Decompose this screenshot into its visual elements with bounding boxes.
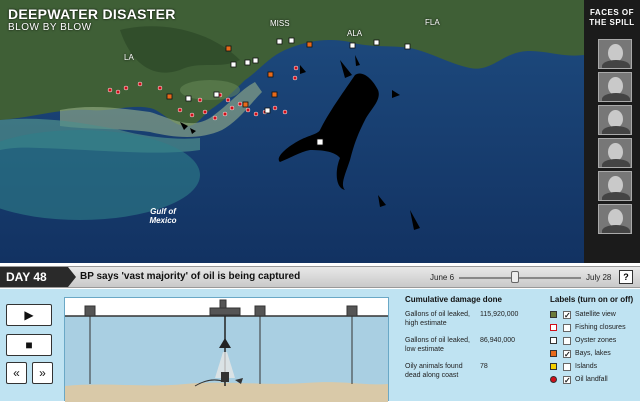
face-thumbnail[interactable] — [598, 39, 632, 69]
legend-item-bays[interactable]: ✓ Bays, lakes — [550, 347, 638, 360]
face-thumbnail[interactable] — [598, 72, 632, 102]
damage-stats: Cumulative damage done Gallons of oil le… — [405, 295, 535, 388]
stat-label: Gallons of oil leaked, low estimate — [405, 337, 470, 353]
fishing-swatch-icon — [550, 324, 557, 331]
satellite-swatch-icon — [550, 311, 557, 318]
legend-label: Oil landfall — [575, 376, 608, 383]
layer-legend: Labels (turn on or off) ✓ Satellite view… — [550, 295, 638, 386]
gulf-label: Gulf of Mexico — [149, 207, 177, 225]
face-thumbnail[interactable] — [598, 105, 632, 135]
control-panel: ▶ ■ « » Cumulative damage done Gallons o… — [0, 289, 640, 402]
stat-label: Oily animals found dead along coast — [405, 363, 463, 379]
help-button[interactable]: ? — [619, 270, 633, 284]
legend-heading: Labels (turn on or off) — [550, 295, 634, 304]
stat-value: 78 — [480, 363, 488, 370]
legend-item-satellite[interactable]: ✓ Satellite view — [550, 308, 638, 321]
timeline-slider-track[interactable] — [459, 277, 581, 279]
legend-label: Fishing closures — [575, 324, 626, 331]
state-label-fla: FLA — [425, 18, 440, 27]
checkbox[interactable] — [563, 336, 571, 345]
timeline-bar: DAY 48 BP says 'vast majority' of oil is… — [0, 266, 640, 288]
title-sub: BLOW BY BLOW — [8, 22, 92, 33]
checkbox[interactable]: ✓ — [563, 310, 571, 319]
legend-label: Oyster zones — [575, 337, 617, 344]
face-thumbnail[interactable] — [598, 171, 632, 201]
stat-value: 115,920,000 — [480, 311, 519, 318]
map-graphic — [0, 0, 640, 263]
face-thumbnail[interactable] — [598, 204, 632, 234]
stat-value: 86,940,000 — [480, 337, 516, 344]
legend-label: Islands — [575, 363, 598, 370]
slider-end-label: July 28 — [586, 273, 612, 282]
checkbox[interactable] — [563, 323, 571, 332]
next-button[interactable]: » — [32, 362, 53, 384]
checkbox[interactable] — [563, 362, 571, 371]
legend-item-landfall[interactable]: ✓ Oil landfall — [550, 373, 638, 386]
play-button[interactable]: ▶ — [6, 304, 52, 326]
legend-item-oyster[interactable]: Oyster zones — [550, 334, 638, 347]
stat-label: Gallons of oil leaked, high estimate — [405, 311, 470, 327]
stat-row: Gallons of oil leaked, high estimate 115… — [405, 310, 535, 328]
previous-button[interactable]: « — [6, 362, 27, 384]
bays-swatch-icon — [550, 350, 557, 357]
day-counter: DAY 48 — [0, 267, 76, 287]
state-label-la: LA — [124, 53, 134, 62]
satellite-map[interactable]: DEEPWATER DISASTER BLOW BY BLOW LA MISS … — [0, 0, 640, 263]
landfall-dot-icon — [550, 376, 557, 383]
timeline-slider-thumb[interactable] — [511, 271, 519, 283]
well-diagram-graphic — [65, 298, 388, 402]
stats-heading: Cumulative damage done — [405, 295, 502, 304]
state-label-ala: ALA — [347, 29, 363, 38]
legend-label: Satellite view — [575, 311, 616, 318]
title-main: DEEPWATER DISASTER — [8, 6, 176, 22]
islands-swatch-icon — [550, 363, 557, 370]
stat-row: Gallons of oil leaked, low estimate 86,9… — [405, 336, 535, 354]
stat-row: Oily animals found dead along coast 78 — [405, 362, 535, 380]
oyster-swatch-icon — [550, 337, 557, 344]
faces-title: FACES OF THE SPILL — [589, 8, 635, 27]
checkbox[interactable]: ✓ — [563, 349, 571, 358]
slider-start-label: June 6 — [430, 273, 455, 282]
well-diagram — [64, 297, 389, 402]
face-thumbnail[interactable] — [598, 138, 632, 168]
legend-item-fishing[interactable]: Fishing closures — [550, 321, 638, 334]
faces-panel: FACES OF THE SPILL — [584, 0, 640, 263]
stop-button[interactable]: ■ — [6, 334, 52, 356]
map-title: DEEPWATER DISASTER BLOW BY BLOW — [8, 6, 176, 33]
headline: BP says 'vast majority' of oil is being … — [80, 271, 301, 282]
legend-label: Bays, lakes — [575, 350, 611, 357]
legend-item-islands[interactable]: Islands — [550, 360, 638, 373]
checkbox[interactable]: ✓ — [563, 375, 571, 384]
state-label-miss: MISS — [270, 19, 290, 28]
